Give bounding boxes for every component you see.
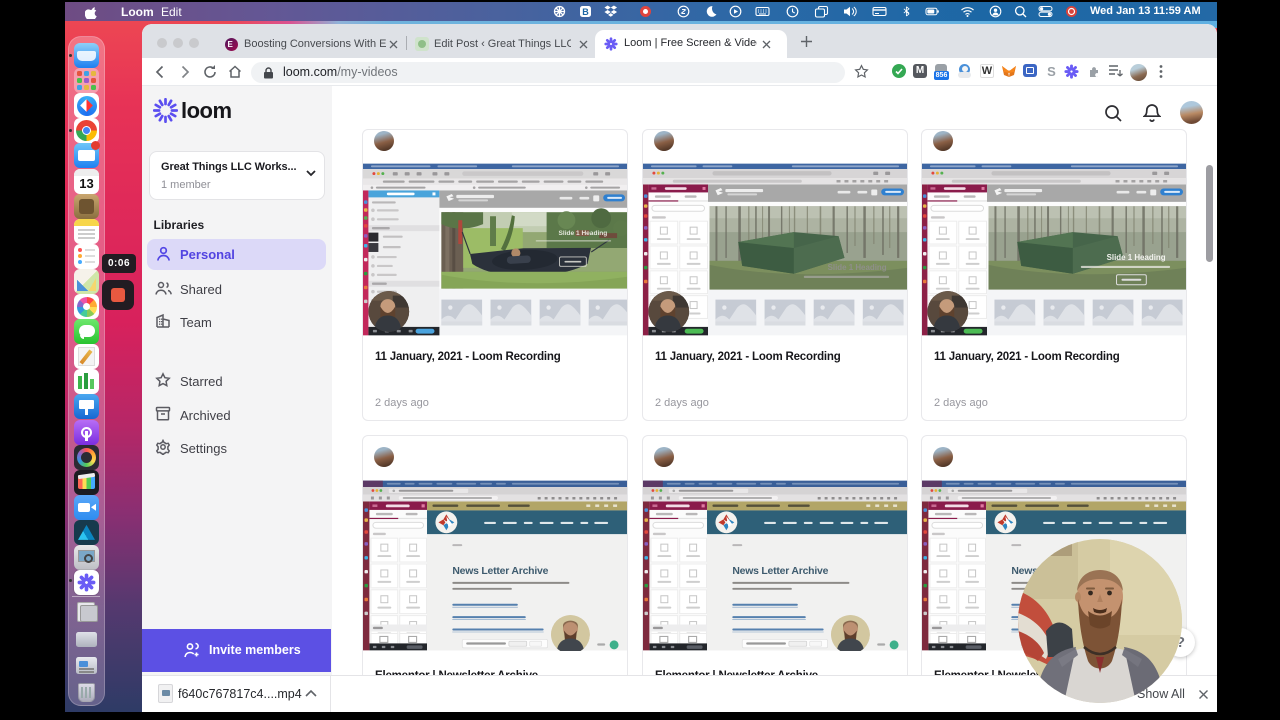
svg-text:Slide 1 Heading: Slide 1 Heading [1107, 253, 1166, 262]
svg-text:News Letter Archive: News Letter Archive [732, 566, 828, 577]
svg-text:Slide 1 Heading: Slide 1 Heading [559, 230, 608, 237]
svg-text:B: B [582, 7, 589, 17]
svg-text:News Letter Archive: News Letter Archive [452, 566, 548, 577]
svg-text:Slide 1 Heading: Slide 1 Heading [828, 263, 887, 272]
